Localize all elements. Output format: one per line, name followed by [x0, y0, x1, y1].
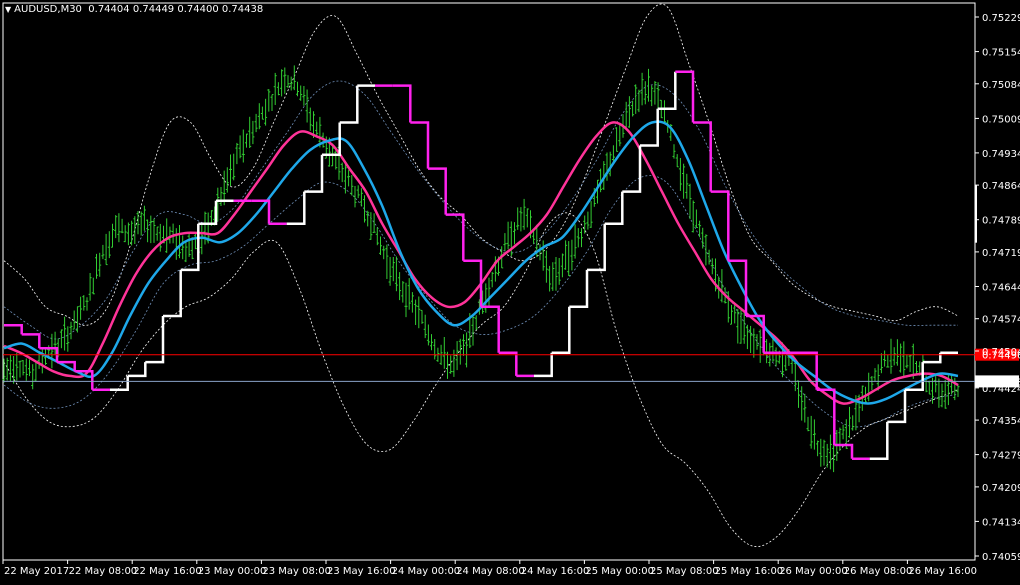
trend-step-line-segment [498, 351, 518, 376]
symbol-label: AUDUSD,M30 [14, 4, 82, 15]
x-axis-tick-label: 25 May 08:00 [650, 566, 719, 577]
x-axis-tick-label: 22 May 16:00 [133, 566, 202, 577]
y-axis-tick-label: 0.75229 [982, 13, 1020, 24]
trend-step-line-segment [4, 323, 23, 335]
y-axis-tick-label: 0.75154 [982, 48, 1020, 59]
y-axis-tick-label: 0.74354 [982, 416, 1020, 427]
y-axis-tick-label: 0.75009 [982, 114, 1020, 125]
trend-step-line-segment [392, 84, 412, 123]
x-axis-tick-label: 24 May 08:00 [456, 566, 525, 577]
y-axis-tick-label: 0.74134 [982, 517, 1020, 528]
chart-area[interactable]: 0.74496 0.74438 0.75229 0.75154 0.75084 0.75… [0, 0, 1020, 581]
trend-step-line-segment [551, 306, 571, 355]
y-axis-tick-label: 0.75084 [982, 80, 1020, 91]
trend-step-line-segment [622, 145, 642, 193]
x-axis-tick-label: 24 May 16:00 [521, 566, 590, 577]
x-axis-tick-label: 23 May 08:00 [262, 566, 331, 577]
y-axis-tick-label: 0.74789 [982, 216, 1020, 227]
x-axis-tick-label: 26 May 16:00 [908, 566, 977, 577]
trend-step-line-segment [675, 70, 695, 123]
y-axis-tick-label: 0.74209 [982, 483, 1020, 494]
trend-step-line-segment [445, 213, 465, 261]
x-axis-tick-label: 24 May 00:00 [392, 566, 461, 577]
y-axis-tick-label: 0.74864 [982, 181, 1020, 192]
x-axis-tick-label: 25 May 00:00 [585, 566, 654, 577]
trend-step-line-segment [251, 199, 271, 224]
x-axis-tick-label: 26 May 08:00 [844, 566, 913, 577]
trend-step-line-segment [657, 71, 677, 110]
dropdown-arrow-icon[interactable]: ▼ [5, 5, 11, 14]
price-chart[interactable]: 0.744960.74438 0.752290.751540.750840.75… [0, 0, 1020, 581]
trend-step-line-segment [410, 121, 430, 169]
y-axis-tick-label: 0.74644 [982, 283, 1020, 294]
trend-step-line-segment [339, 85, 359, 124]
trend-step-line-segment [286, 191, 306, 226]
y-axis-tick-label: 0.74504 [982, 347, 1020, 358]
x-axis-tick-label: 22 May 08:00 [69, 566, 138, 577]
x-axis-tick-label: 23 May 16:00 [327, 566, 396, 577]
trend-step-line-segment [198, 200, 218, 226]
trend-step-line-segment [587, 223, 606, 272]
trend-step-line-segment [304, 154, 324, 193]
y-axis-tick-label: 0.74424 [982, 384, 1020, 395]
y-axis-tick-label: 0.74719 [982, 248, 1020, 259]
trend-step-line-segment [428, 167, 447, 215]
y-axis-tick-label: 0.74574 [982, 315, 1020, 326]
y-axis-tick-label: 0.74059 [982, 552, 1020, 563]
trend-step-line-segment [110, 375, 129, 391]
x-axis-tick-label: 22 May 2017 [4, 566, 69, 577]
trend-step-line-segment [922, 352, 942, 364]
chart-header: ▼ AUDUSD,M30 0.74404 0.74449 0.74400 0.74… [5, 4, 263, 15]
ohlc-values: 0.74404 0.74449 0.74400 0.74438 [88, 4, 264, 15]
trend-step-line-segment [481, 305, 500, 353]
y-axis-tick-label: 0.74279 [982, 451, 1020, 462]
trend-step-line-segment [569, 269, 589, 309]
trend-step-line-segment [534, 352, 553, 378]
x-axis-tick-label: 25 May 16:00 [715, 566, 784, 577]
trend-step-line-segment [869, 421, 889, 461]
trend-step-line-segment [604, 191, 624, 226]
x-axis-tick-label: 23 May 00:00 [198, 566, 267, 577]
y-axis-tick-label: 0.74934 [982, 149, 1020, 160]
trend-step-line-segment [163, 269, 182, 318]
x-axis-tick-label: 26 May 00:00 [779, 566, 848, 577]
